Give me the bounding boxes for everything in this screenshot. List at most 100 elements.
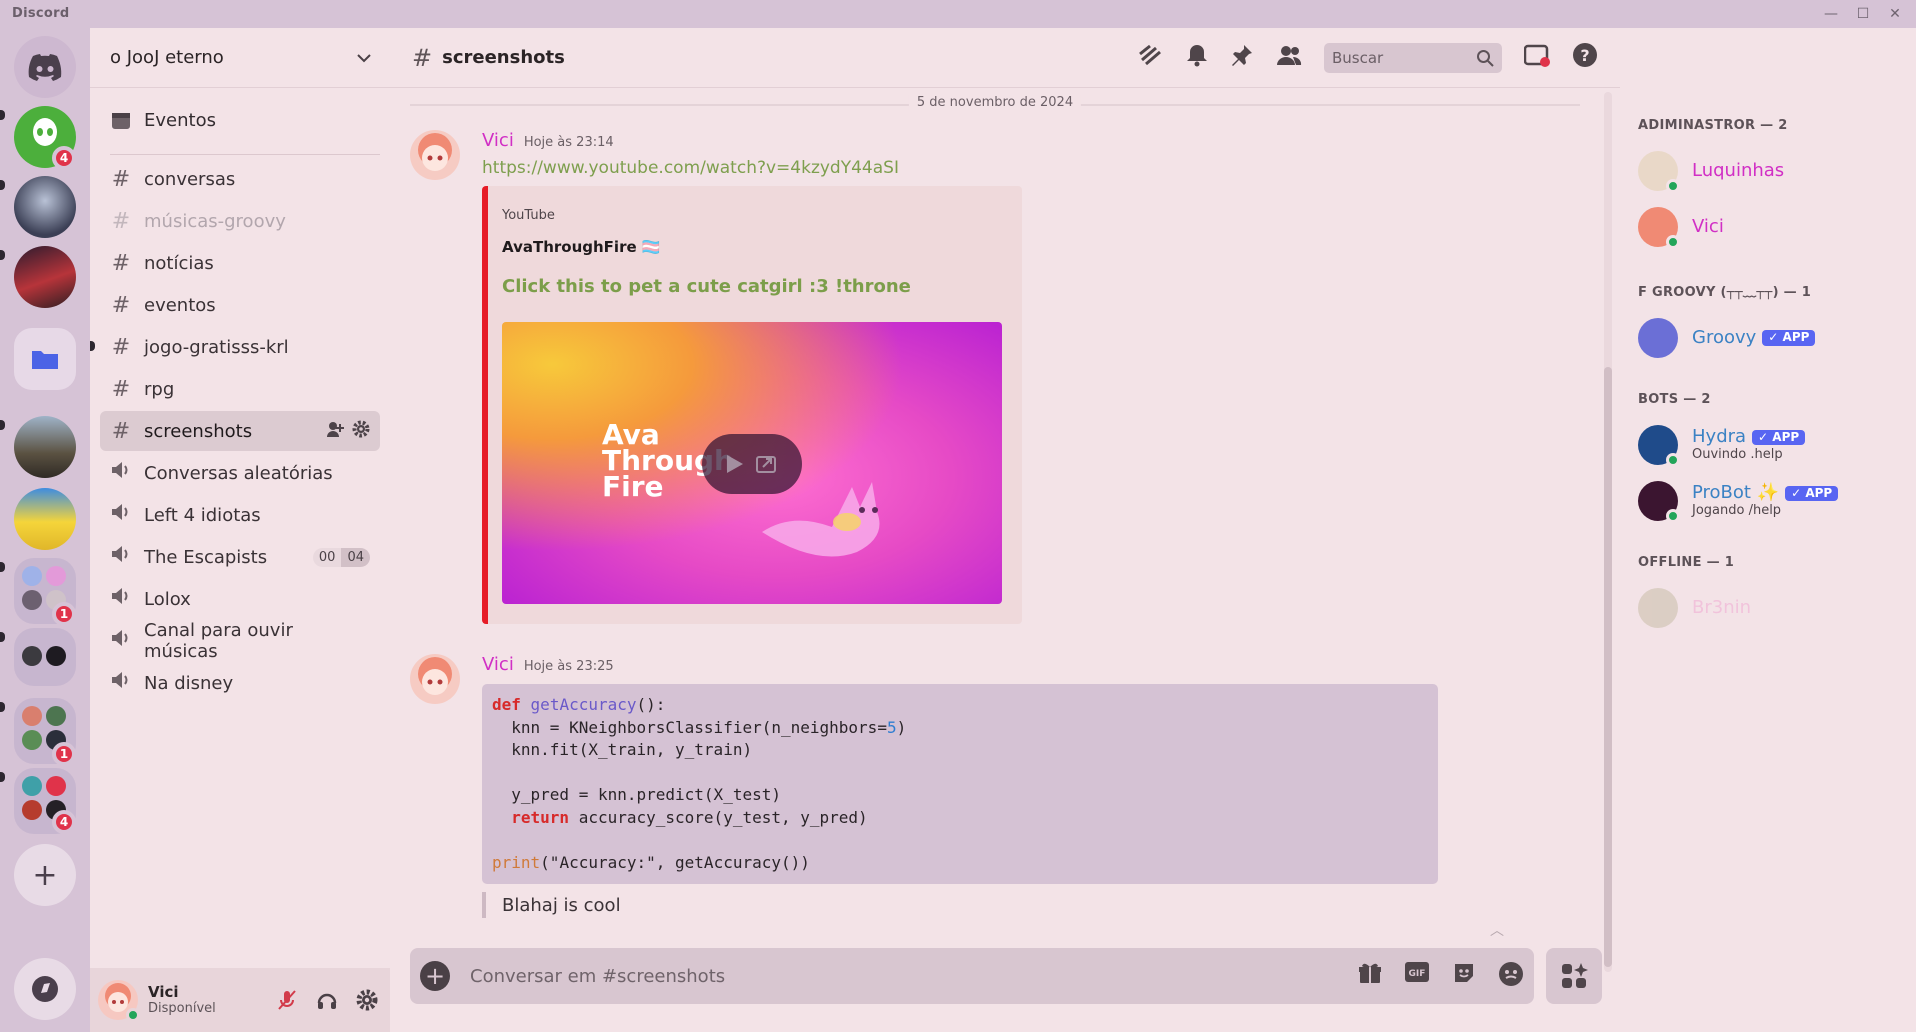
channel-voice[interactable]: The Escapists 00 04: [100, 537, 380, 577]
inbox-button[interactable]: [1523, 43, 1550, 73]
svg-text:GIF: GIF: [1409, 969, 1426, 979]
message-link[interactable]: https://www.youtube.com/watch?v=4kzydY44…: [482, 158, 899, 178]
search-box[interactable]: Buscar: [1324, 42, 1502, 73]
deafen-button[interactable]: [312, 985, 342, 1015]
mention-badge: 1: [52, 602, 76, 626]
channel-name: músicas-groovy: [144, 210, 286, 232]
channel-voice[interactable]: Canal para ouvir músicas: [100, 620, 380, 662]
channel-text[interactable]: # screenshots: [100, 411, 380, 451]
member-group-header: BOTS — 2: [1638, 392, 1711, 407]
member-item[interactable]: Hydra ✓ APP Ouvindo .help: [1620, 417, 1916, 473]
scrollbar[interactable]: [1604, 92, 1612, 972]
headphones-icon: [317, 993, 337, 1009]
apps-button[interactable]: [1546, 948, 1602, 1004]
close-button[interactable]: ✕: [1882, 2, 1908, 26]
member-list-button[interactable]: [1276, 44, 1302, 72]
member-list: ADIMINASTROR — 2 Luquinhas Vici F GROOVY (┬…: [1620, 88, 1916, 1032]
chevron-up-icon[interactable]: ︿: [1490, 920, 1504, 940]
threads-button[interactable]: [1138, 44, 1164, 72]
message-author[interactable]: Vici: [482, 130, 514, 151]
gif-button[interactable]: GIF: [1404, 961, 1430, 992]
avatar[interactable]: [410, 130, 460, 180]
gif-icon: GIF: [1405, 961, 1429, 982]
scrollbar-thumb[interactable]: [1604, 367, 1612, 967]
channel-text[interactable]: # conversas: [100, 159, 380, 199]
minimize-button[interactable]: —: [1818, 2, 1844, 26]
online-status-dot: [1666, 509, 1680, 523]
channel-text[interactable]: # jogo-gratisss-krl: [90, 327, 380, 367]
mute-mic-button[interactable]: [272, 985, 302, 1015]
guild-header[interactable]: o JooJ eterno: [90, 28, 390, 88]
embed-author[interactable]: AvaThroughFire 🏳️‍⚧️: [502, 238, 661, 256]
help-button[interactable]: ?: [1572, 42, 1598, 74]
mention-badge: 4: [52, 810, 76, 834]
gift-button[interactable]: [1358, 961, 1382, 992]
speaker-icon: [110, 460, 132, 486]
voice-user-count: 00 04: [312, 547, 370, 567]
server-rail: 4 1 1 4 +: [0, 28, 90, 1032]
channel-voice[interactable]: Left 4 idiotas: [100, 495, 380, 535]
home-button[interactable]: [14, 36, 76, 98]
channel-voice[interactable]: Lolox: [100, 579, 380, 619]
channel-text[interactable]: # notícias: [100, 243, 380, 283]
speaker-icon: [110, 628, 132, 654]
channel-voice[interactable]: Na disney: [100, 663, 380, 703]
anime-avatar-icon: [418, 657, 452, 695]
notifications-button[interactable]: [1186, 43, 1208, 73]
member-item[interactable]: ProBot ✨ ✓ APP Jogando /help: [1620, 473, 1916, 529]
member-item[interactable]: Br3nin: [1620, 580, 1916, 636]
member-name: ProBot ✨: [1692, 482, 1780, 504]
message-author[interactable]: Vici: [482, 654, 514, 675]
channel-text[interactable]: # eventos: [100, 285, 380, 325]
anime-avatar-icon: [418, 133, 452, 171]
message: Vici Hoje às 23:25 def getAccuracy(): kn…: [410, 654, 1510, 934]
video-thumbnail[interactable]: Ava Through Fire: [502, 322, 1002, 604]
voice-count-limit: 04: [341, 547, 370, 567]
message-timestamp: Hoje às 23:25: [523, 659, 614, 674]
events-link[interactable]: Eventos: [100, 98, 380, 142]
search-icon: [1477, 49, 1494, 67]
member-item[interactable]: Luquinhas: [1620, 143, 1916, 199]
embed-provider[interactable]: YouTube: [502, 208, 555, 223]
channel-voice[interactable]: Conversas aleatórias: [100, 453, 380, 493]
server-city-night[interactable]: [14, 246, 76, 308]
unread-pip: [0, 250, 5, 260]
sticker-button[interactable]: [1452, 961, 1476, 992]
svg-text:?: ?: [1580, 46, 1589, 65]
server-folder[interactable]: [14, 328, 76, 390]
member-item[interactable]: Groovy ✓ APP: [1620, 310, 1916, 366]
maximize-button[interactable]: ☐: [1850, 2, 1876, 26]
upload-button[interactable]: +: [420, 961, 450, 991]
channel-text[interactable]: # rpg: [100, 369, 380, 409]
current-user-name: Vici: [148, 983, 179, 1002]
avatar[interactable]: [410, 654, 460, 704]
gear-icon[interactable]: [352, 420, 370, 442]
channel-name: Conversas aleatórias: [144, 462, 333, 484]
calendar-icon: [112, 113, 130, 129]
app-badge: ✓ APP: [1762, 330, 1816, 346]
gear-icon: [356, 989, 378, 1011]
avatar[interactable]: [98, 980, 140, 1022]
server-sponge[interactable]: [14, 488, 76, 550]
user-settings-button[interactable]: [352, 985, 382, 1015]
server-castle[interactable]: [14, 416, 76, 478]
window-controls: — ☐ ✕: [1818, 2, 1908, 26]
play-button[interactable]: [702, 434, 802, 494]
member-name: Br3nin: [1692, 596, 1752, 618]
discover-button[interactable]: [14, 958, 76, 1020]
invite-icon[interactable]: [326, 420, 344, 442]
member-item[interactable]: Vici: [1620, 199, 1916, 255]
plus-icon: +: [32, 857, 58, 893]
message-input[interactable]: [470, 965, 1358, 987]
voice-count-current: 00: [312, 547, 342, 567]
channel-text[interactable]: # músicas-groovy: [100, 201, 380, 241]
mention-badge: 1: [52, 742, 76, 766]
embed-title[interactable]: Click this to pet a cute catgirl :3 !thr…: [502, 276, 911, 297]
pinned-messages-button[interactable]: [1230, 43, 1254, 73]
server-folder-group[interactable]: [14, 628, 76, 686]
server-portrait[interactable]: [14, 176, 76, 238]
member-group-header: ADIMINASTROR — 2: [1638, 118, 1788, 133]
emoji-button[interactable]: [1498, 961, 1524, 992]
text-channel-icon: #: [111, 334, 131, 360]
add-server-button[interactable]: +: [14, 844, 76, 906]
